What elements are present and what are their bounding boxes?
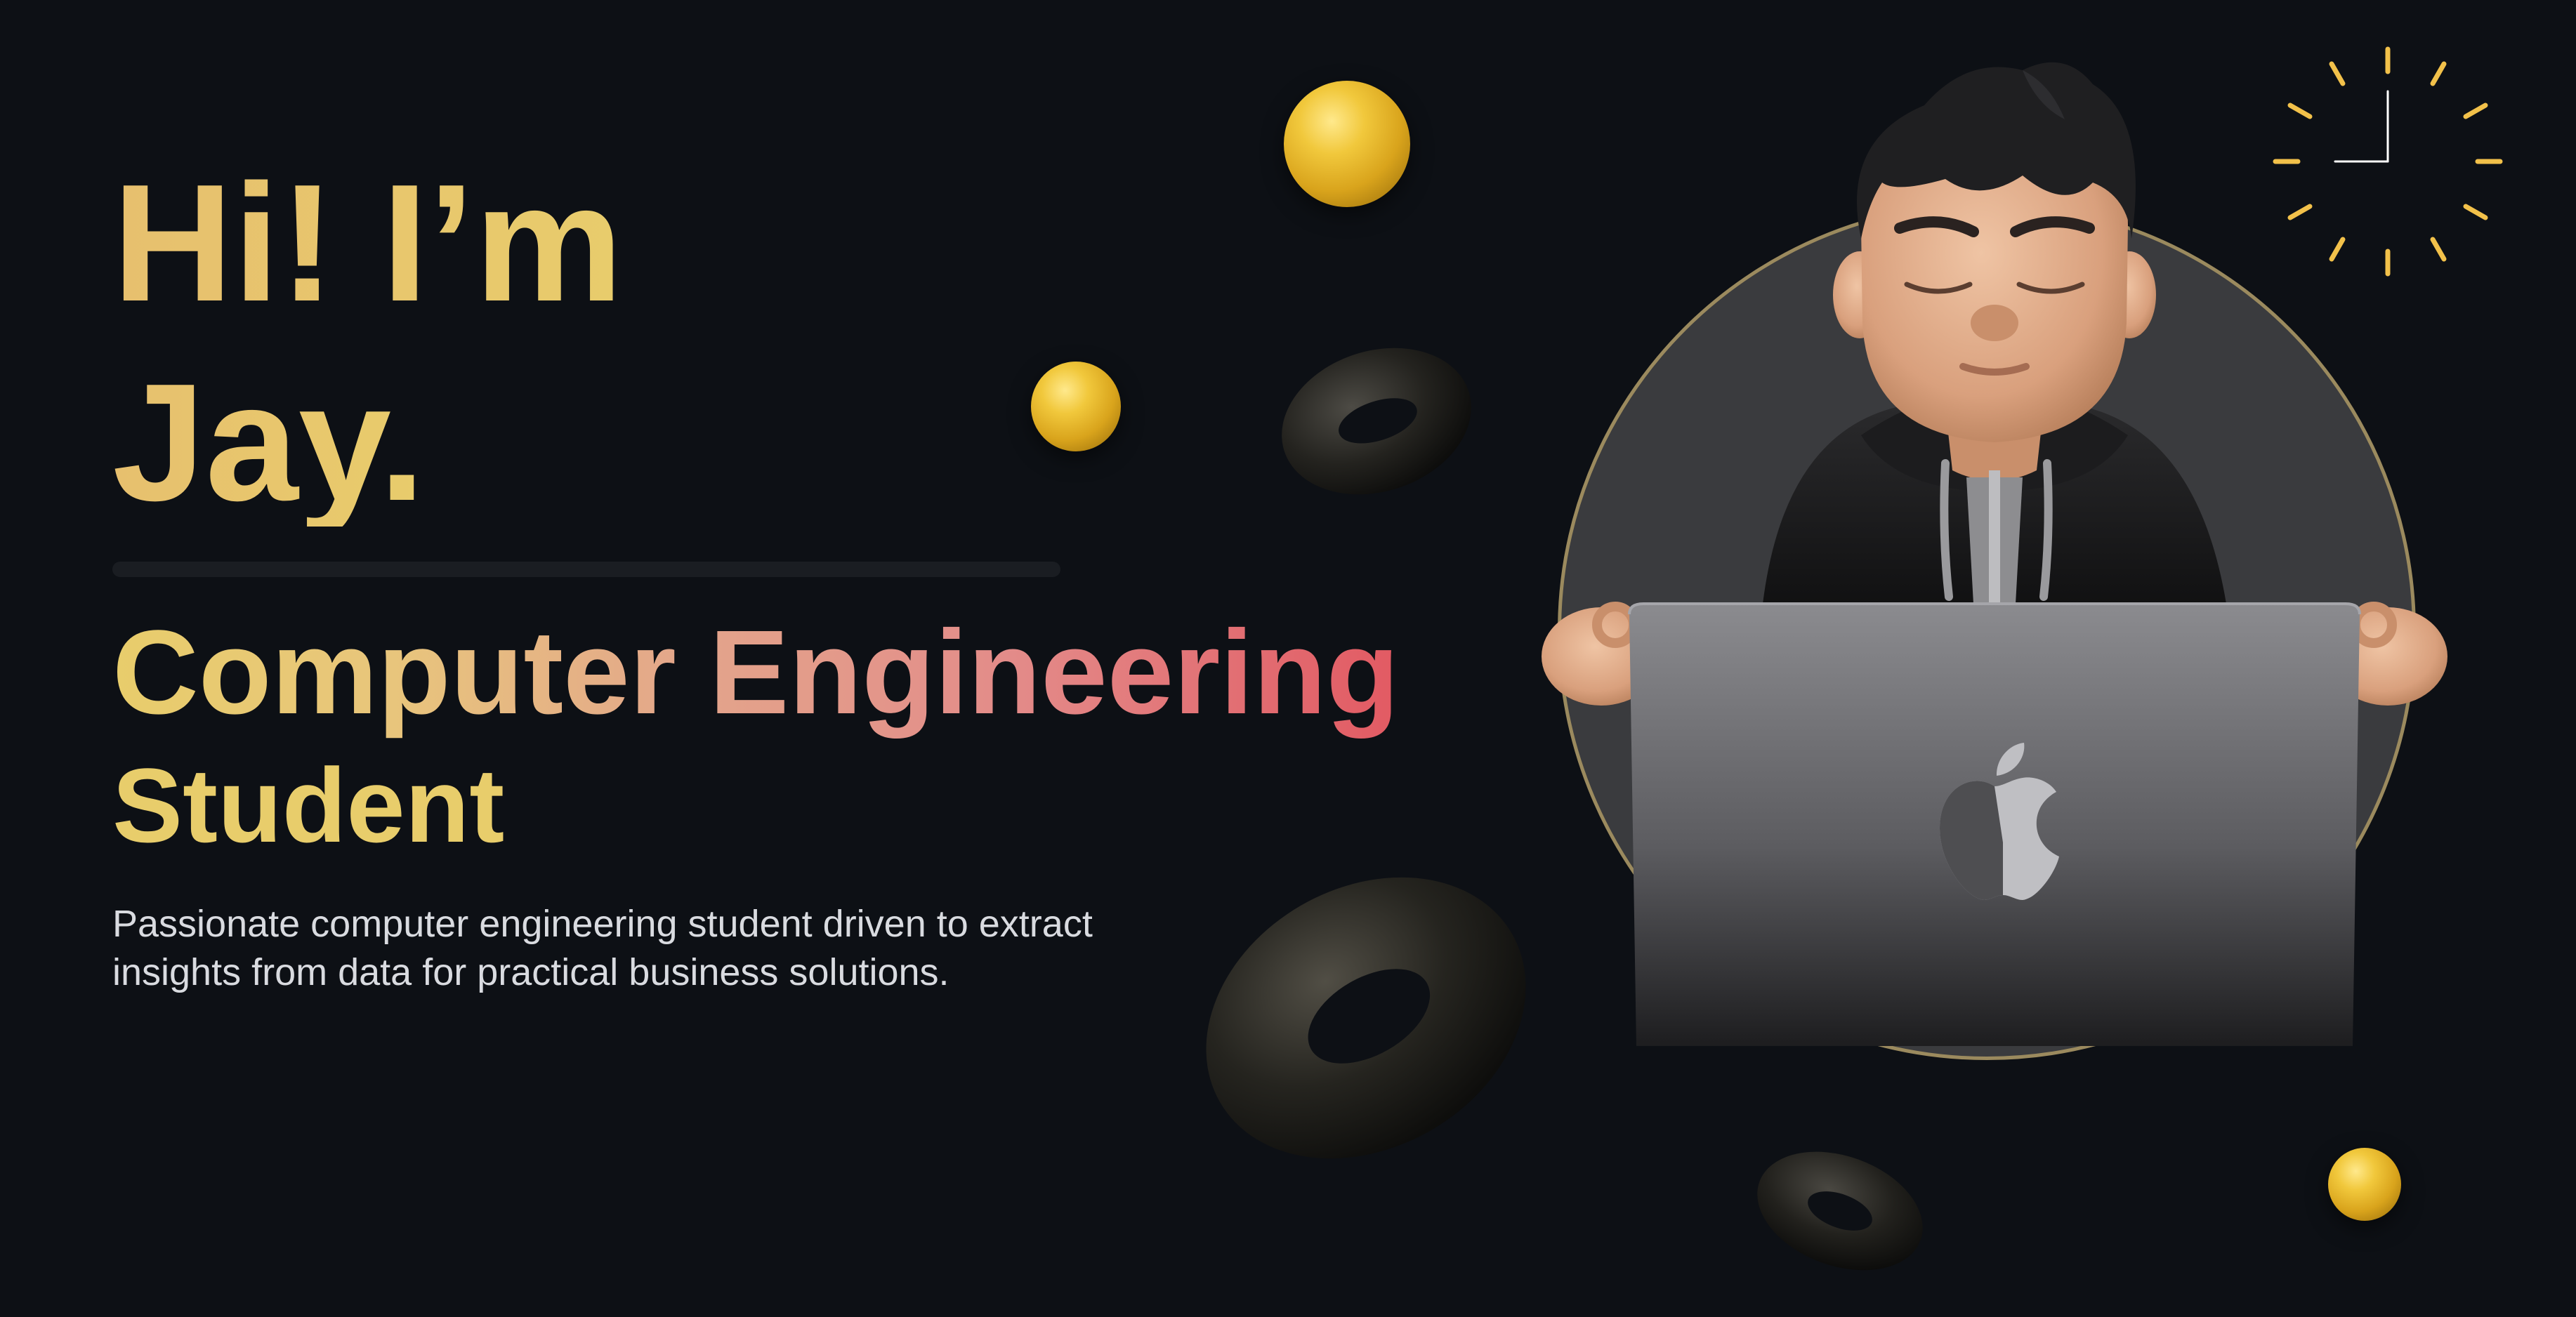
memoji-avatar [1542, 62, 2447, 1046]
tagline-line-1: Passionate computer engineering student … [112, 903, 1093, 945]
role-line-1: Computer Engineering [112, 602, 1399, 743]
gold-sphere-small [2328, 1148, 2401, 1221]
greeting-line-1: Hi! I’m [112, 150, 624, 336]
tagline: Passionate computer engineering student … [112, 900, 1250, 997]
role-title: Computer Engineering Student [112, 602, 1399, 868]
gold-sphere-large [1284, 81, 1410, 207]
tagline-line-2: insights from data for practical busines… [112, 951, 949, 994]
dark-torus-bottom [1757, 1151, 1923, 1271]
dark-torus-top [1282, 348, 1471, 495]
gold-sphere-medium [1031, 362, 1121, 451]
greeting-line-2: Jay. [112, 350, 426, 536]
avatar-scene [1531, 42, 2458, 1067]
role-line-2: Student [112, 746, 505, 864]
divider [112, 562, 1060, 577]
dark-torus-large [1206, 877, 1526, 1159]
